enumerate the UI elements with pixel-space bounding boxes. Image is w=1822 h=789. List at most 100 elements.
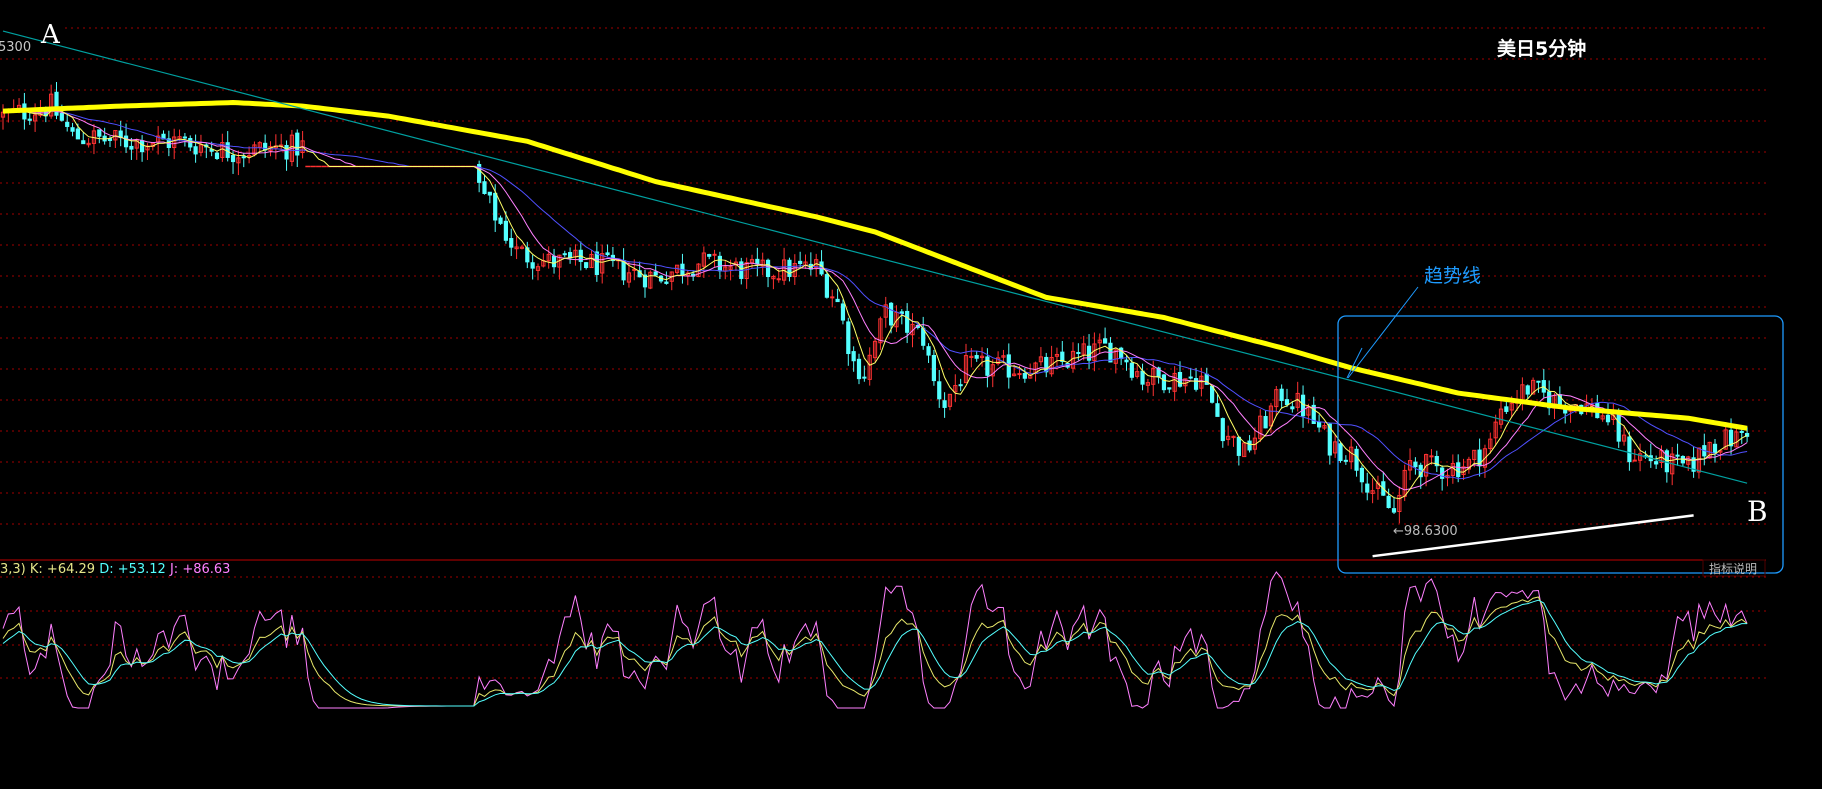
candle-body <box>1215 403 1220 417</box>
candle-body <box>835 298 840 303</box>
low-price-label: 98.6300 <box>1404 524 1458 539</box>
candle-body <box>27 118 32 121</box>
candle-body <box>824 274 829 298</box>
candle-body <box>1129 362 1134 378</box>
kdj-legend: 3,3) K: +64.29 D: +53.12 J: +86.63 <box>0 562 230 577</box>
candle-body <box>1317 421 1322 428</box>
candle-body <box>851 351 856 362</box>
ma10-line <box>2 108 1748 491</box>
candle-body <box>1536 380 1541 383</box>
candle-body <box>284 144 289 160</box>
candle-body <box>1359 467 1365 483</box>
candle-body <box>926 346 931 356</box>
candle-body <box>230 155 236 163</box>
candle-body <box>1044 356 1049 373</box>
candle-body <box>1103 338 1108 344</box>
candle-body <box>1300 394 1306 417</box>
candle-body <box>225 142 230 158</box>
candle-body <box>81 140 86 145</box>
candle-body <box>214 152 220 160</box>
candle-body <box>905 310 910 333</box>
candle-body <box>1161 374 1167 391</box>
candle-body <box>509 238 514 248</box>
candle-body <box>241 156 246 159</box>
candle-body <box>712 253 717 256</box>
candle-body <box>70 127 75 132</box>
candle-body <box>530 262 535 269</box>
candle-body <box>1124 359 1129 363</box>
candle-body <box>1210 385 1215 403</box>
candle-body <box>1616 413 1621 442</box>
candle-body <box>856 358 862 380</box>
candle-body <box>862 376 867 379</box>
candle-body <box>584 262 589 268</box>
candle-body <box>605 252 610 256</box>
candle-body <box>755 258 760 265</box>
trend-line <box>2 30 1748 484</box>
candle-body <box>1654 461 1659 465</box>
candle-body <box>182 136 188 139</box>
candle-body <box>1193 378 1199 390</box>
candle-body <box>942 400 947 408</box>
candle-body <box>1338 443 1343 461</box>
candle-body <box>1167 387 1172 390</box>
candle-body <box>1354 448 1359 471</box>
kdj-panel <box>2 571 1748 709</box>
candle-body <box>482 181 487 194</box>
candle-body <box>59 112 64 121</box>
candle-body <box>75 128 81 140</box>
candle-body <box>1413 461 1418 468</box>
candle-body <box>193 146 198 155</box>
candle-body <box>1279 388 1284 401</box>
ma5-line <box>2 108 1748 500</box>
candle-body <box>498 217 503 224</box>
candle-body <box>1675 454 1680 457</box>
candle-body <box>937 381 942 400</box>
candle-body <box>1343 459 1348 462</box>
candle-body <box>1739 430 1744 433</box>
kdj-d-value: D: +53.12 <box>99 562 166 577</box>
candle-body <box>1456 462 1461 478</box>
candle-body <box>931 354 936 382</box>
candle-body <box>493 192 498 221</box>
candle-body <box>765 259 771 278</box>
candle-body <box>1391 508 1397 513</box>
candle-body <box>985 356 990 376</box>
trendline-annotation: 趋势线 <box>1424 265 1481 287</box>
ma20-line <box>2 108 1748 480</box>
candle-body <box>1140 370 1145 385</box>
candle-body <box>1632 459 1637 462</box>
price-panel <box>0 30 1750 558</box>
annotation-pointer <box>1347 286 1419 379</box>
chart-title: 美日5分钟 <box>1497 37 1586 60</box>
candle-body <box>1263 416 1268 429</box>
candle-body <box>1022 372 1027 379</box>
kdj-d-line <box>2 599 1748 707</box>
candle-body <box>140 140 145 153</box>
candle-body <box>846 321 851 355</box>
candle-body <box>65 121 70 127</box>
candlestick-chart: 美日5分钟 5300 A B 趋势线 ←98.6300 指标说明 3,3) K:… <box>0 20 1784 709</box>
candle-body <box>1188 376 1193 379</box>
candle-body <box>974 355 979 359</box>
candle-body <box>97 129 102 137</box>
grid <box>0 27 1768 679</box>
indicator-help-label: 指标说明 <box>1709 561 1757 576</box>
kdj-params: 3,3) <box>0 562 26 577</box>
high-price-label: 5300 <box>0 40 31 55</box>
kdj-k-value: K: +64.29 <box>30 562 95 577</box>
candle-body <box>830 296 835 299</box>
candle-body <box>717 255 722 272</box>
low-price-marker: ←98.6300 <box>1393 524 1458 539</box>
candle-body <box>707 254 712 257</box>
candle-body <box>594 251 599 275</box>
candle-body <box>776 278 781 281</box>
candle-body <box>1236 436 1241 456</box>
candle-body <box>123 135 129 148</box>
candle-body <box>1525 385 1530 395</box>
candle-body <box>1247 440 1252 451</box>
candle-body <box>568 252 573 259</box>
kdj-j-line <box>2 571 1748 709</box>
candle-body <box>1290 406 1295 410</box>
candle-body <box>129 145 134 150</box>
